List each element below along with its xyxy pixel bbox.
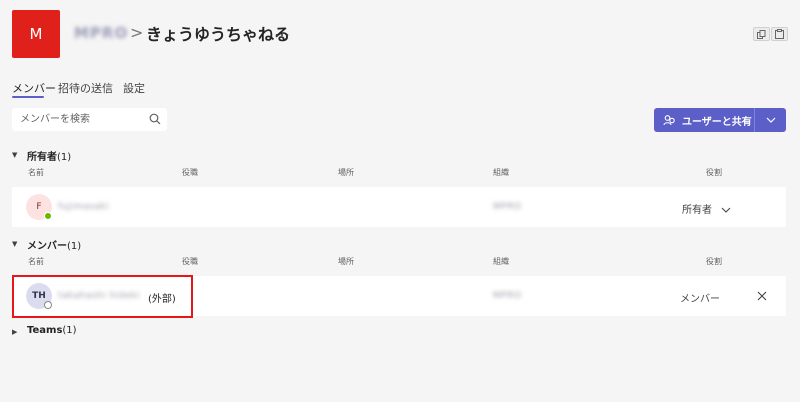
column-header-org[interactable]: 組織: [493, 256, 509, 267]
teams-count: (1): [62, 325, 77, 336]
owners-title: 所有者: [27, 152, 57, 163]
breadcrumb-team-name[interactable]: MPRO: [74, 24, 128, 42]
column-header-title[interactable]: 役職: [182, 256, 198, 267]
highlight-box: [12, 275, 193, 318]
column-header-location[interactable]: 場所: [338, 167, 354, 178]
members-count: (1): [67, 241, 82, 252]
column-header-role[interactable]: 役割: [706, 256, 722, 267]
chevron-down-icon: [721, 207, 731, 213]
member-name[interactable]: fujimasaki: [58, 202, 109, 212]
teams-title: Teams: [27, 325, 63, 336]
column-header-role[interactable]: 役割: [706, 167, 722, 178]
close-icon[interactable]: [757, 291, 767, 301]
role-label[interactable]: メンバー: [680, 290, 720, 305]
members-title: メンバー: [27, 241, 67, 252]
column-header-title[interactable]: 役職: [182, 167, 198, 178]
more-options-button[interactable]: …: [274, 21, 290, 40]
members-section-header[interactable]: メンバー(1): [27, 237, 81, 252]
share-button-label: ユーザーと共有: [682, 116, 752, 128]
search-input[interactable]: [12, 108, 142, 131]
member-org: MPRO: [493, 291, 522, 301]
collapse-members-icon[interactable]: ▼: [12, 240, 17, 248]
collapse-owners-icon[interactable]: ▼: [12, 151, 17, 159]
role-label: 所有者: [682, 205, 712, 216]
owners-count: (1): [57, 152, 72, 163]
teams-section-header[interactable]: Teams(1): [27, 325, 77, 336]
team-logo: M: [12, 10, 60, 58]
member-org: MPRO: [493, 202, 522, 212]
page-title: きょうゆうちゃねる: [146, 25, 291, 44]
tab-send-invite[interactable]: 招待の送信: [58, 80, 113, 96]
tab-members[interactable]: メンバー: [12, 80, 56, 96]
column-header-name[interactable]: 名前: [28, 256, 44, 267]
active-tab-indicator: [12, 96, 44, 98]
copy-icon[interactable]: [753, 27, 770, 41]
share-people-icon: [663, 115, 675, 126]
table-row[interactable]: F fujimasaki MPRO 所有者: [12, 187, 786, 227]
owners-section-header[interactable]: 所有者(1): [27, 148, 71, 163]
share-dropdown-button[interactable]: [754, 108, 786, 132]
role-dropdown[interactable]: 所有者: [682, 201, 731, 216]
clipboard-icon[interactable]: [771, 27, 788, 41]
chevron-right-icon: >: [130, 23, 144, 42]
column-header-location[interactable]: 場所: [338, 256, 354, 267]
expand-teams-icon[interactable]: ▶: [12, 328, 17, 336]
search-icon[interactable]: [149, 113, 161, 125]
share-with-users-button[interactable]: ユーザーと共有: [654, 108, 754, 132]
tab-settings[interactable]: 設定: [123, 80, 145, 96]
column-header-org[interactable]: 組織: [493, 167, 509, 178]
chevron-down-icon: [766, 117, 775, 123]
presence-available-icon: [44, 212, 52, 220]
member-search-box: [12, 108, 167, 131]
column-header-name[interactable]: 名前: [28, 167, 44, 178]
